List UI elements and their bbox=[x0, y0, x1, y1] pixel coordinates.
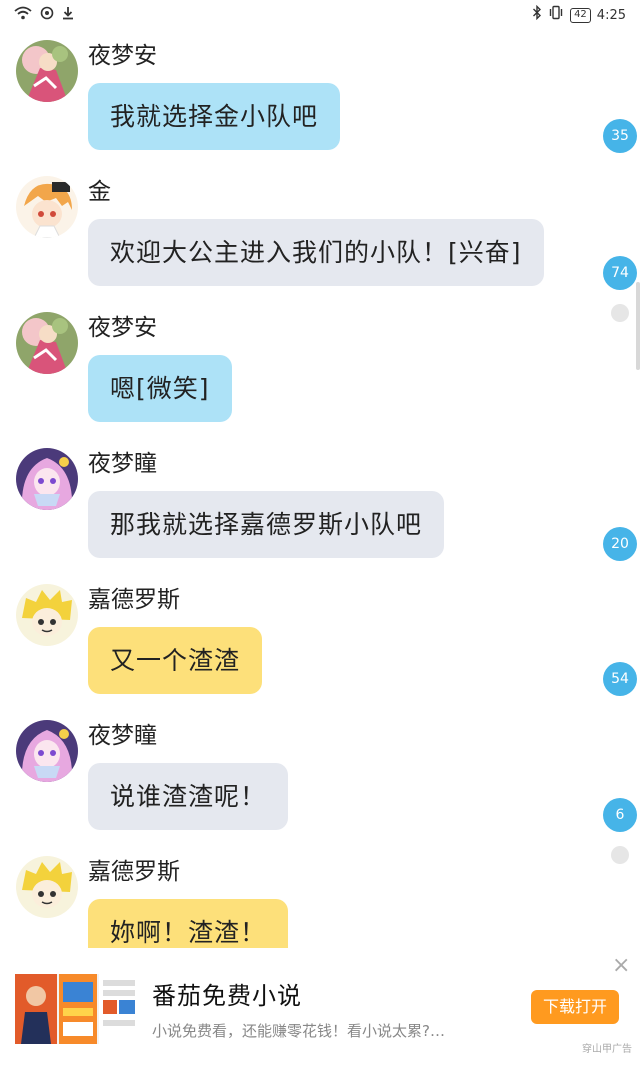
message-bubble[interactable]: 欢迎大公主进入我们的小队！[兴奋] bbox=[88, 219, 544, 286]
message-bubble[interactable]: 那我就选择嘉德罗斯小队吧 bbox=[88, 491, 445, 558]
chat-message: 夜梦瞳 说谁渣渣呢！ bbox=[0, 708, 600, 844]
floating-count-badge[interactable]: 74 bbox=[603, 256, 637, 290]
message-bubble[interactable]: 我就选择金小队吧 bbox=[88, 83, 341, 150]
indicator-dot bbox=[611, 304, 629, 322]
sender-name: 夜梦瞳 bbox=[88, 451, 157, 477]
ad-title[interactable]: 番茄免费小说 bbox=[152, 976, 302, 1011]
chat-message: 夜梦瞳 那我就选择嘉德罗斯小队吧 bbox=[0, 436, 600, 572]
avatar[interactable] bbox=[16, 176, 78, 238]
download-icon bbox=[62, 5, 74, 24]
chat-message: 夜梦安 我就选择金小队吧 bbox=[0, 28, 600, 164]
sender-name: 金 bbox=[88, 179, 111, 205]
sender-name: 嘉德罗斯 bbox=[88, 587, 180, 613]
ad-thumbnail[interactable] bbox=[15, 974, 139, 1044]
status-left-icons bbox=[14, 5, 74, 24]
close-icon[interactable]: × bbox=[612, 954, 630, 978]
message-bubble[interactable]: 说谁渣渣呢！ bbox=[88, 763, 289, 830]
message-bubble[interactable]: 妳啊！渣渣！ bbox=[88, 899, 289, 948]
scrollbar[interactable] bbox=[636, 282, 640, 370]
sender-name: 夜梦安 bbox=[88, 315, 157, 341]
download-open-button[interactable]: 下载打开 bbox=[531, 990, 619, 1024]
message-bubble[interactable]: 嗯[微笑] bbox=[88, 355, 232, 422]
floating-count-badge[interactable]: 35 bbox=[603, 119, 637, 153]
avatar[interactable] bbox=[16, 856, 78, 918]
chat-message: 嘉德罗斯 又一个渣渣 bbox=[0, 572, 600, 708]
floating-count-badge[interactable]: 6 bbox=[603, 798, 637, 832]
avatar[interactable] bbox=[16, 720, 78, 782]
chat-message: 夜梦安 嗯[微笑] bbox=[0, 300, 600, 436]
message-bubble[interactable]: 又一个渣渣 bbox=[88, 627, 263, 694]
ad-source-label: 穿山甲广告 bbox=[582, 1044, 632, 1055]
status-right-icons: 42 4:25 bbox=[532, 4, 626, 25]
avatar[interactable] bbox=[16, 448, 78, 510]
sender-name: 夜梦瞳 bbox=[88, 723, 157, 749]
sender-name: 夜梦安 bbox=[88, 43, 157, 69]
battery-indicator: 42 bbox=[570, 7, 591, 23]
chat-message-list[interactable]: 夜梦安 我就选择金小队吧 金 欢迎大公主进入我们的小队！[兴奋] 夜梦安 嗯[微… bbox=[0, 28, 640, 948]
chat-message: 金 欢迎大公主进入我们的小队！[兴奋] bbox=[0, 164, 600, 300]
ad-banner[interactable]: 番茄免费小说 小说免费看，还能赚零花钱！看小说太累?… 下载打开 × 穿山甲广告 bbox=[0, 950, 640, 1067]
avatar[interactable] bbox=[16, 40, 78, 102]
status-bar: 42 4:25 bbox=[0, 0, 640, 28]
data-saver-icon bbox=[40, 5, 54, 24]
sender-name: 嘉德罗斯 bbox=[88, 859, 180, 885]
floating-count-badge[interactable]: 54 bbox=[603, 662, 637, 696]
ad-description: 小说免费看，还能赚零花钱！看小说太累?… bbox=[152, 1022, 445, 1040]
vibrate-icon bbox=[548, 5, 564, 25]
status-time: 4:25 bbox=[596, 7, 626, 23]
wifi-icon bbox=[14, 5, 32, 24]
bluetooth-icon bbox=[532, 4, 542, 25]
avatar[interactable] bbox=[16, 584, 78, 646]
chat-message: 嘉德罗斯 妳啊！渣渣！ bbox=[0, 844, 600, 948]
avatar[interactable] bbox=[16, 312, 78, 374]
indicator-dot bbox=[611, 846, 629, 864]
floating-count-badge[interactable]: 20 bbox=[603, 527, 637, 561]
